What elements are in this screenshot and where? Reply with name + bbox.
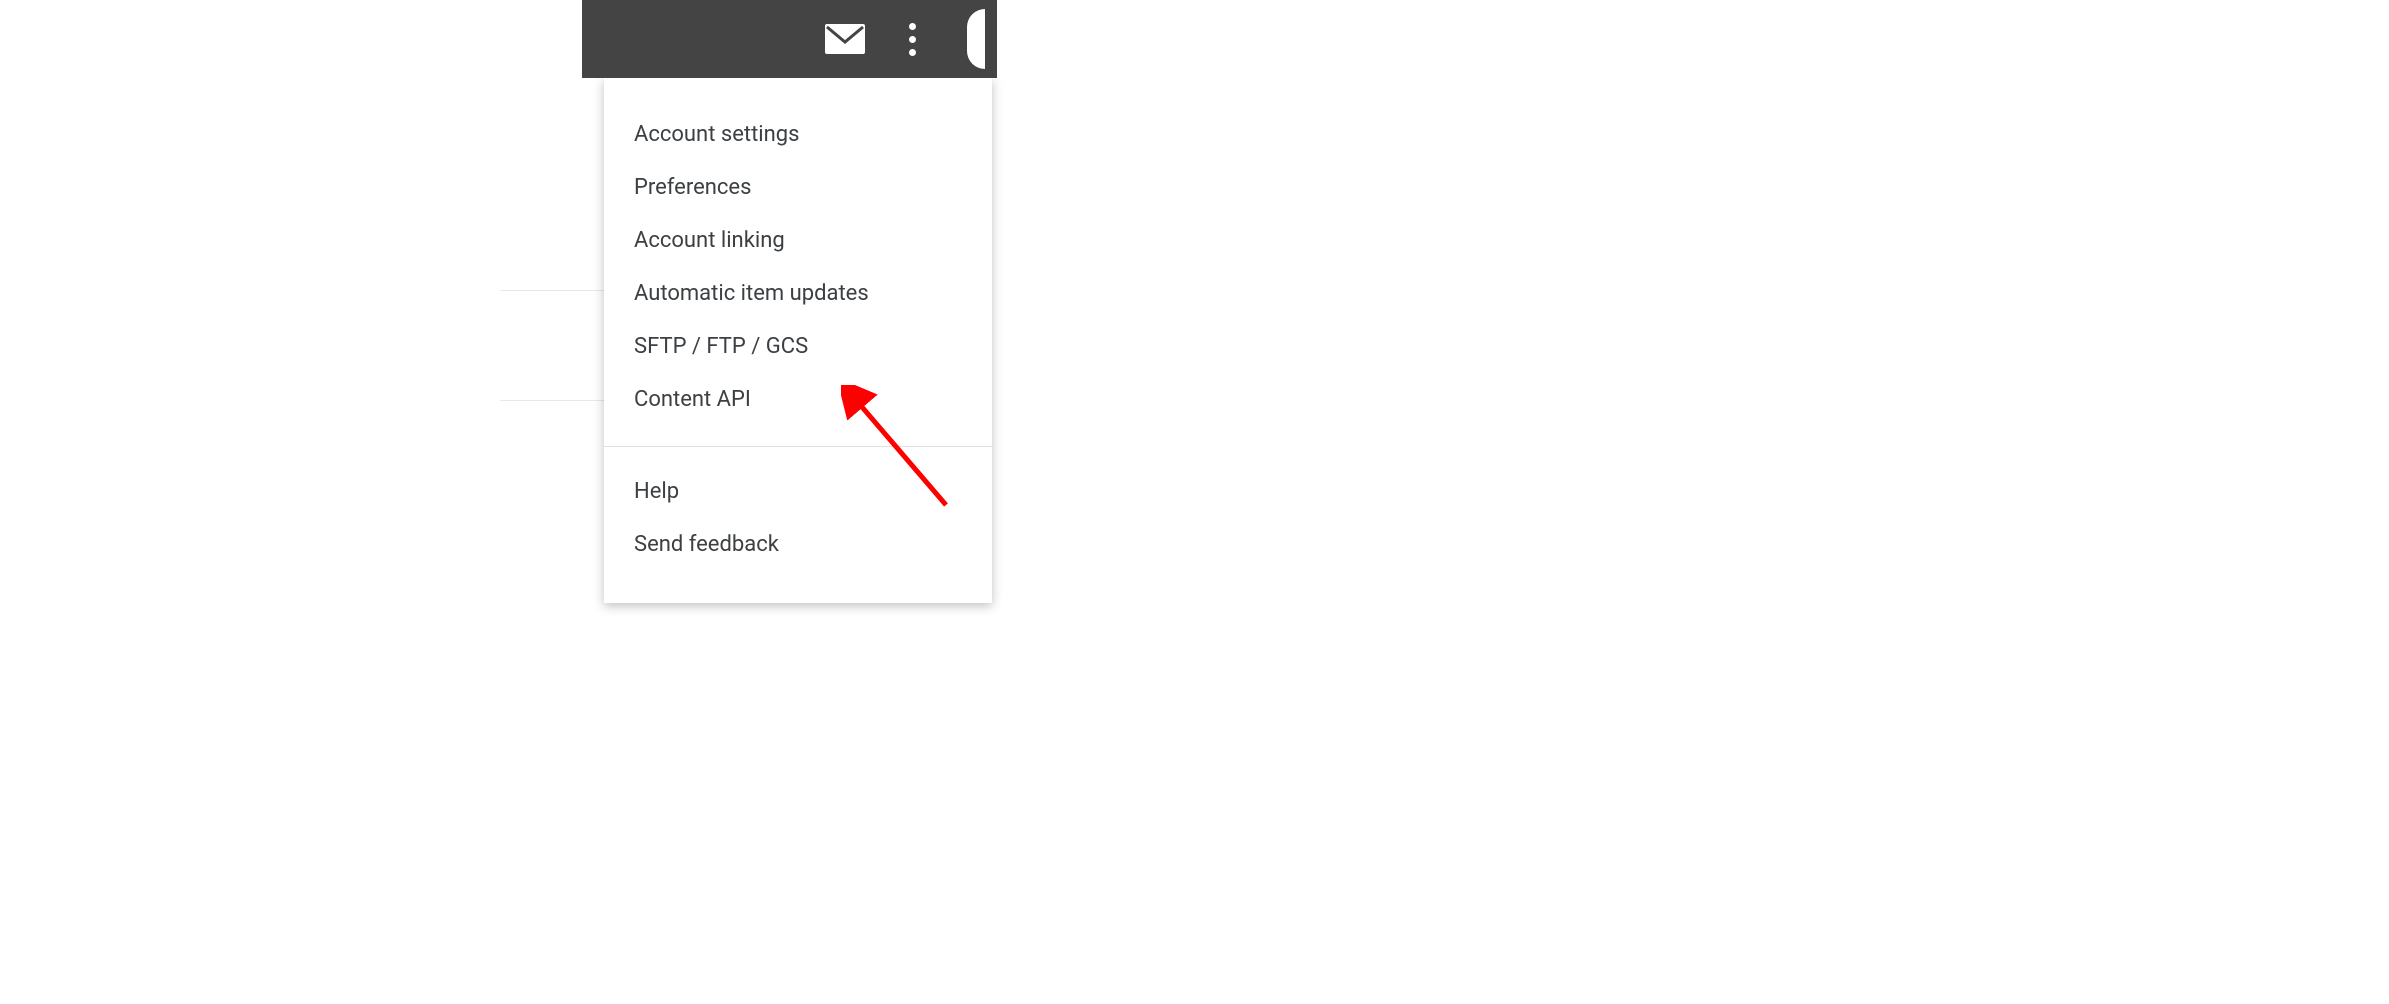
dot-icon: [909, 23, 916, 30]
mail-icon-svg: [825, 24, 865, 54]
dot-icon: [909, 49, 916, 56]
avatar-partial[interactable]: [967, 9, 985, 69]
menu-section-2: Help Send feedback: [604, 465, 992, 583]
menu-item-send-feedback[interactable]: Send feedback: [604, 518, 992, 571]
header-bar: [582, 0, 997, 78]
menu-item-account-linking[interactable]: Account linking: [604, 214, 992, 267]
mail-icon[interactable]: [825, 24, 865, 54]
more-vertical-icon[interactable]: [900, 23, 924, 56]
dropdown-menu: Account settings Preferences Account lin…: [604, 78, 992, 603]
menu-item-preferences[interactable]: Preferences: [604, 161, 992, 214]
menu-item-content-api[interactable]: Content API: [604, 373, 992, 426]
menu-item-sftp-ftp-gcs[interactable]: SFTP / FTP / GCS: [604, 320, 992, 373]
app-container: Account settings Preferences Account lin…: [582, 0, 997, 603]
menu-divider: [604, 446, 992, 447]
menu-item-account-settings[interactable]: Account settings: [604, 108, 992, 161]
menu-item-help[interactable]: Help: [604, 465, 992, 518]
dot-icon: [909, 36, 916, 43]
menu-item-automatic-item-updates[interactable]: Automatic item updates: [604, 267, 992, 320]
menu-section-1: Account settings Preferences Account lin…: [604, 108, 992, 438]
